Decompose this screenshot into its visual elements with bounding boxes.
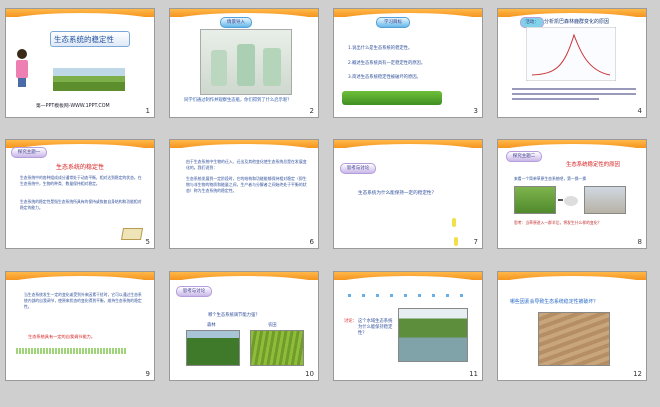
chart-notes <box>512 85 636 103</box>
label-farmland: 农田 <box>268 323 277 328</box>
teacher-figure <box>16 49 28 89</box>
slide-5-thumbnail[interactable]: 探究主题一 生态系统的稳定性 生态系统中的各种组成成分通常处于动态平衡，相对达到… <box>5 139 155 249</box>
slide-title: 分析凯巴森林鹿群变化的原因 <box>544 19 610 25</box>
slide-9-thumbnail[interactable]: 当生态系统发生一定的变化或受到外来因素干扰时，它可以通过生态系统内部的自我调节，… <box>5 271 155 381</box>
slide-number: 12 <box>633 370 642 378</box>
discussion-label: 讨论： <box>344 319 357 324</box>
slide-note: 思考：当草原进入一群羊后，将发生什么样的变化？ <box>514 220 602 225</box>
village-illustration <box>342 91 442 105</box>
footer-url: 第一PPT模板网-WWW.1PPT.COM <box>36 104 110 109</box>
goal-item: 2.概述生态系统具有一定稳定性的原因。 <box>348 61 426 66</box>
slide-number: 4 <box>637 107 642 115</box>
slide-question: 这个水域生态系统为什么能保持稳定性？ <box>358 319 393 336</box>
slide-title: 哪些因素会导致生态系统稳定性被破坏？ <box>510 299 599 305</box>
rabbit-icon <box>452 212 464 246</box>
slide-number: 6 <box>309 238 314 246</box>
forest-photo <box>186 330 240 366</box>
slide-number: 7 <box>473 238 478 246</box>
section-badge: 思考与讨论 <box>176 286 212 297</box>
slide-heading: 生态系统的稳定性 <box>56 164 105 171</box>
grass-photo <box>514 186 556 214</box>
goal-item: 3.简述生态系统稳定性被破坏的原因。 <box>348 75 421 80</box>
section-badge: 探究主题一 <box>11 147 47 158</box>
deer-population-chart <box>526 27 616 81</box>
slide-1-thumbnail[interactable]: 生态系统的稳定性 第一PPT模板网-WWW.1PPT.COM 1 <box>5 8 155 118</box>
slide-paragraph: 当生态系统发生一定的变化或受到外来因素干扰时，它可以通过生态系统内部的自我调节，… <box>24 292 142 309</box>
slide-11-thumbnail[interactable]: 讨论： 这个水域生态系统为什么能保持稳定性？ 11 <box>333 271 483 381</box>
slide-paragraph: 由于生态系统中生物的迁入、迁出及其他变化使生态系统总是在发展变化的。我们说到： <box>186 159 307 171</box>
slide-number: 11 <box>469 370 478 378</box>
slide-paragraph: 生态系统中的各种组成成分通常处于动态平衡，相对达到稳定的状态。在生态系统中，生物… <box>20 175 142 186</box>
slide-3-thumbnail[interactable]: 学习目标 1.说出什么是生态系统的稳定性。 2.概述生态系统具有一定稳定性的原因… <box>333 8 483 118</box>
slide-12-thumbnail[interactable]: 哪些因素会导致生态系统稳定性被破坏？ 12 <box>497 271 647 381</box>
farmland-photo <box>250 330 304 366</box>
slide-number: 3 <box>473 107 478 115</box>
slide-subheading: 来看一个简单草原生态系统吧，第一换一换 <box>514 176 587 181</box>
slide-question: 同学们通过制作并观察生态瓶，你们得到了什么启示呢？ <box>184 98 292 103</box>
slide-4-thumbnail[interactable]: 活动： 分析凯巴森林鹿群变化的原因 4 <box>497 8 647 118</box>
slide-number: 2 <box>309 107 314 115</box>
dot-border <box>348 294 474 297</box>
slide-paragraph: 生态系统的稳定性是指生态系统所具有的保持或恢复自身结构和功能相对稳定的能力。 <box>20 199 142 210</box>
slide-highlight: 生态系统具有一定的自我调节能力。 <box>28 334 96 339</box>
section-badge: 情景导入 <box>220 17 252 28</box>
arrow-icon <box>558 199 563 201</box>
slide-number: 1 <box>145 107 150 115</box>
slide-6-thumbnail[interactable]: 由于生态系统中生物的迁入、迁出及其他变化使生态系统总是在发展变化的。我们说到： … <box>169 139 319 249</box>
eco-bottle-photo <box>200 29 292 95</box>
section-badge: 思考与讨论 <box>340 163 376 174</box>
slide-8-thumbnail[interactable]: 探究主题二 生态系统稳定性的原因 来看一个简单草原生态系统吧，第一换一换 思考：… <box>497 139 647 249</box>
slide-question: 生态系统为什么能保持一定的稳定性？ <box>358 191 437 196</box>
slide-paragraph: 生态系统发展到一定阶段时，它的结构和功能能够保持相对稳定（即生物与非生物的物质和… <box>186 176 307 194</box>
slide-number: 5 <box>145 238 150 246</box>
slide-question: 哪个生态系统调节能力强？ <box>208 313 260 318</box>
desert-photo <box>538 312 610 366</box>
slide-7-thumbnail[interactable]: 思考与讨论 生态系统为什么能保持一定的稳定性？ 7 <box>333 139 483 249</box>
sheep-photo <box>584 186 626 214</box>
section-badge: 学习目标 <box>376 17 410 28</box>
slide-number: 10 <box>305 370 314 378</box>
rabbit-photo <box>564 196 578 206</box>
slide-2-thumbnail[interactable]: 情景导入 同学们通过制作并观察生态瓶，你们得到了什么启示呢？ 2 <box>169 8 319 118</box>
slide-number: 9 <box>145 370 150 378</box>
book-icon <box>120 228 144 240</box>
grass-border <box>16 348 126 354</box>
section-badge: 探究主题二 <box>506 151 542 162</box>
slide-10-thumbnail[interactable]: 思考与讨论 哪个生态系统调节能力强？ 森林 农田 10 <box>169 271 319 381</box>
field-photo <box>53 68 125 91</box>
slide-heading: 生态系统稳定性的原因 <box>566 162 620 168</box>
goal-item: 1.说出什么是生态系统的稳定性。 <box>348 46 413 51</box>
label-forest: 森林 <box>207 323 216 328</box>
slide-number: 8 <box>637 238 642 246</box>
slide-title: 生态系统的稳定性 <box>54 35 114 44</box>
pond-photo <box>398 308 468 362</box>
